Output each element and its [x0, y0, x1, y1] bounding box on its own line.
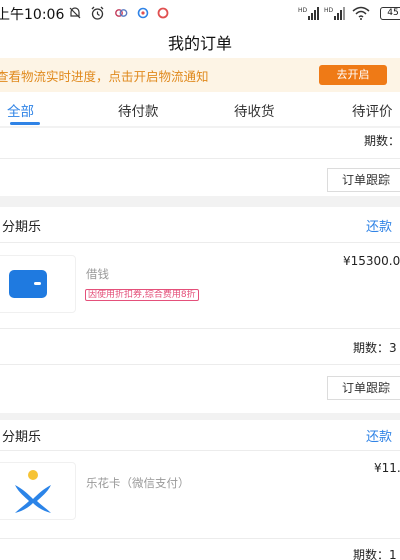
order-price: ¥15300.00 — [343, 254, 400, 268]
page-title: 我的订单 — [167, 34, 232, 53]
tab-pending-receipt[interactable]: 待收货 — [234, 100, 275, 120]
app-notification-icon-2 — [137, 7, 149, 19]
app-notification-icon — [115, 9, 128, 17]
order-price: ¥11.00 — [374, 461, 400, 475]
status-bar: 上午10:06 HD HD 45 — [0, 0, 400, 28]
period-label: 期数：1 — [353, 548, 397, 560]
wifi-icon — [352, 6, 370, 20]
enable-notification-button[interactable]: 去开启 — [319, 65, 387, 85]
merchant-name: 分期乐 — [2, 430, 42, 445]
tab-all[interactable]: 全部 — [7, 100, 34, 120]
order-tabs: 全部 待付款 待收货 待评价 — [0, 92, 400, 126]
svg-text:HD: HD — [298, 7, 308, 14]
merchant-name: 分期乐 — [2, 220, 42, 235]
period-label: 期数： — [364, 134, 400, 148]
product-thumbnail — [0, 255, 76, 313]
hd-signal-icon-2: HD — [324, 7, 345, 20]
battery-icon: 45 — [380, 7, 400, 20]
product-name: 借钱 — [86, 267, 109, 281]
order-card: 期数： 订单跟踪 — [0, 128, 400, 196]
logistics-notice-banner: 查看物流实时进度，点击开启物流通知 去开启 — [0, 58, 400, 92]
active-tab-indicator — [10, 122, 40, 125]
silent-bell-icon — [69, 7, 81, 19]
product-thumbnail — [0, 462, 76, 520]
title-bar: 我的订单 — [0, 28, 400, 58]
discount-tag: 因使用折扣券,综合费用8折 — [85, 289, 199, 301]
tab-pending-payment[interactable]: 待付款 — [118, 100, 159, 120]
wallet-icon — [9, 270, 47, 298]
order-track-button[interactable]: 订单跟踪 — [327, 168, 400, 192]
tab-pending-review[interactable]: 待评价 — [352, 100, 393, 120]
hd-signal-icon: HD — [298, 7, 319, 20]
repay-link[interactable]: 还款 — [366, 216, 392, 235]
product-name: 乐花卡（微信支付） — [86, 476, 190, 490]
order-track-button[interactable]: 订单跟踪 — [327, 376, 400, 400]
alarm-clock-icon — [91, 6, 104, 20]
period-label: 期数：3 — [353, 341, 397, 355]
app-notification-icon-3 — [157, 7, 169, 19]
lehua-card-logo-icon — [15, 470, 51, 513]
status-time: 上午10:06 — [0, 7, 65, 23]
repay-link[interactable]: 还款 — [366, 426, 392, 445]
svg-text:HD: HD — [324, 7, 334, 14]
notice-text: 查看物流实时进度，点击开启物流通知 — [0, 69, 209, 84]
